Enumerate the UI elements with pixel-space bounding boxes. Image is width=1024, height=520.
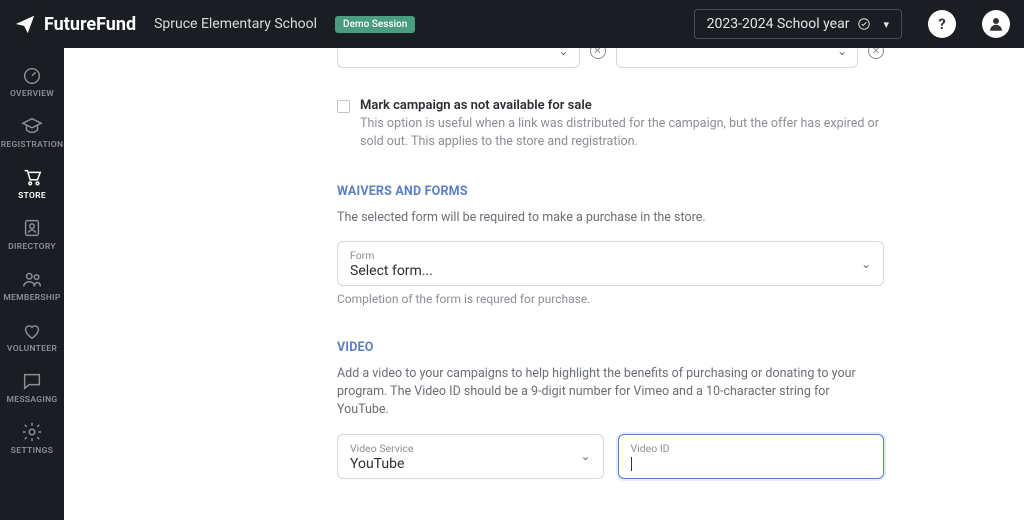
gauge-icon <box>21 64 43 86</box>
chevron-down-icon: ▾ <box>883 18 889 31</box>
remove-button[interactable]: ✕ <box>590 48 606 59</box>
waivers-note: Completion of the form is requred for pu… <box>337 292 884 306</box>
waivers-section-title: WAIVERS AND FORMS <box>337 184 884 199</box>
field-label: Video ID <box>631 442 872 455</box>
cart-icon <box>21 166 43 188</box>
remove-button[interactable]: ✕ <box>868 48 884 59</box>
help-button[interactable]: ? <box>928 10 956 38</box>
sidebar-item-volunteer[interactable]: VOLUNTEER <box>0 311 64 360</box>
graduation-icon <box>21 115 43 137</box>
video-section-desc: Add a video to your campaigns to help hi… <box>337 365 884 419</box>
video-section-title: VIDEO <box>337 340 884 355</box>
chat-icon <box>21 370 43 392</box>
chevron-down-icon: ⌄ <box>861 257 871 271</box>
hand-heart-icon <box>21 319 43 341</box>
school-year-label: 2023-2024 School year <box>707 16 850 32</box>
field-value: YouTube <box>350 456 591 472</box>
sidebar-item-overview[interactable]: OVERVIEW <box>0 56 64 105</box>
account-avatar[interactable] <box>982 10 1010 38</box>
sidebar-item-store[interactable]: STORE <box>0 158 64 207</box>
gear-icon <box>21 421 43 443</box>
contacts-icon <box>21 217 43 239</box>
sidebar-item-label: REGISTRATION <box>1 140 64 150</box>
chevron-down-icon: ⌄ <box>580 449 590 463</box>
brand-logo: FutureFund <box>14 13 136 35</box>
sidebar-item-label: SETTINGS <box>11 446 53 456</box>
users-icon <box>21 268 43 290</box>
brand-name: FutureFund <box>44 14 136 35</box>
close-icon: ✕ <box>872 48 880 57</box>
sidebar-item-settings[interactable]: SETTINGS <box>0 413 64 462</box>
sidebar-item-label: STORE <box>18 191 46 201</box>
school-year-selector[interactable]: 2023-2024 School year ▾ <box>694 9 902 39</box>
sidebar: OVERVIEW REGISTRATION STORE DIRECTORY ME… <box>0 48 64 520</box>
checkbox-title: Mark campaign as not available for sale <box>360 98 884 113</box>
chevron-down-icon: ⌄ <box>837 48 847 58</box>
sidebar-item-label: DIRECTORY <box>8 242 56 252</box>
paper-plane-icon <box>14 13 36 35</box>
sidebar-item-label: MEMBERSHIP <box>3 293 60 303</box>
select-field[interactable]: ⌄ <box>616 48 859 68</box>
sidebar-item-directory[interactable]: DIRECTORY <box>0 209 64 258</box>
field-value <box>631 456 872 472</box>
sidebar-item-label: VOLUNTEER <box>7 344 57 354</box>
video-id-input[interactable]: Video ID <box>618 434 885 479</box>
field-value: Select form... <box>350 263 871 279</box>
sidebar-item-label: OVERVIEW <box>10 89 54 99</box>
sidebar-item-messaging[interactable]: MESSAGING <box>0 362 64 411</box>
close-icon: ✕ <box>593 48 601 57</box>
field-label: Form <box>350 249 871 262</box>
form-select[interactable]: Form Select form... ⌄ <box>337 241 884 286</box>
select-field[interactable]: ⌄ <box>337 48 580 68</box>
mark-unavailable-checkbox[interactable] <box>337 100 350 113</box>
chevron-down-icon: ⌄ <box>558 48 568 58</box>
sidebar-item-registration[interactable]: REGISTRATION <box>0 107 64 156</box>
sidebar-item-label: MESSAGING <box>7 395 58 405</box>
school-name: Spruce Elementary School <box>154 16 317 32</box>
demo-badge: Demo Session <box>335 16 415 33</box>
field-label: Video Service <box>350 442 591 455</box>
check-circle-icon <box>857 17 871 31</box>
checkbox-description: This option is useful when a link was di… <box>360 115 884 150</box>
sidebar-item-membership[interactable]: MEMBERSHIP <box>0 260 64 309</box>
video-service-select[interactable]: Video Service YouTube ⌄ <box>337 434 604 479</box>
waivers-section-desc: The selected form will be required to ma… <box>337 209 884 227</box>
user-icon <box>987 15 1005 33</box>
